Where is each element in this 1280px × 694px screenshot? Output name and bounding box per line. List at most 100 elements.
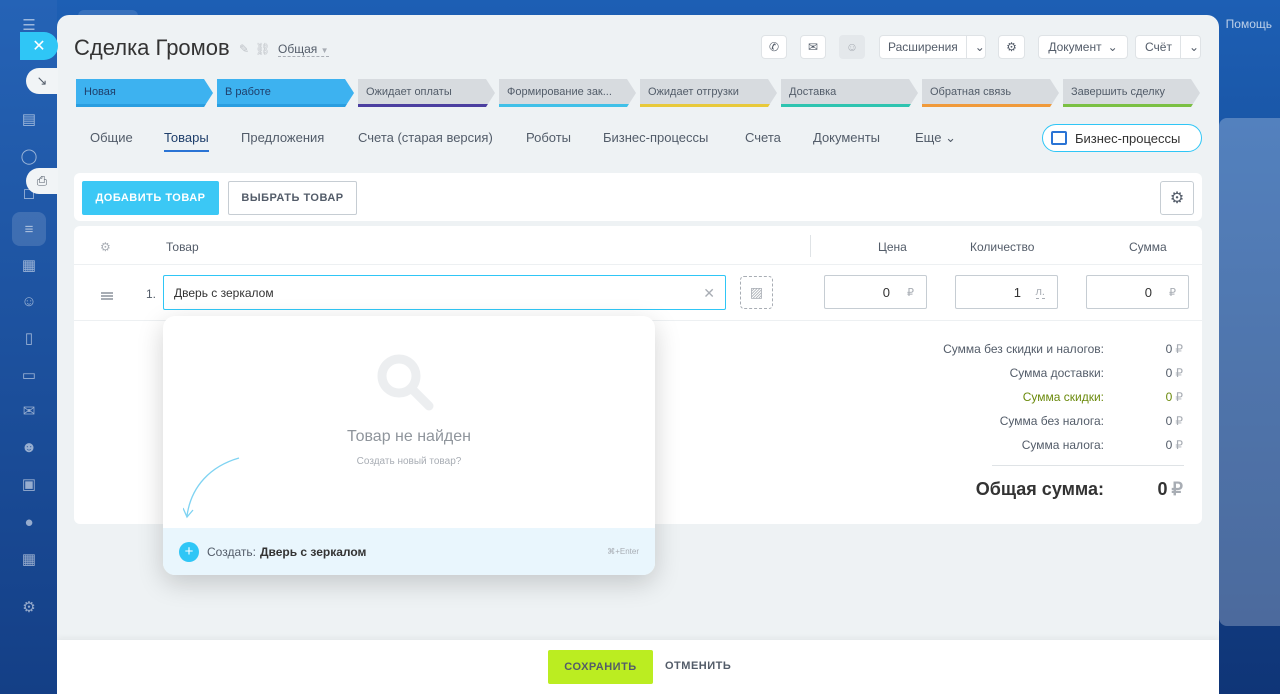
header-price: Цена	[878, 240, 907, 254]
mail-icon[interactable]: ✉	[18, 400, 40, 422]
tab-more[interactable]: Еще ⌄	[915, 130, 956, 146]
summary-label-tax: Сумма налога:	[1021, 438, 1104, 452]
stage-delivery[interactable]: Доставка	[781, 79, 918, 107]
column-settings-icon[interactable]: ⚙	[100, 240, 111, 254]
calendar-grid-icon[interactable]: ▦	[18, 254, 40, 276]
stage-feedback[interactable]: Обратная связь	[922, 79, 1059, 107]
invoice-button[interactable]: Счёт ⌄	[1135, 35, 1201, 59]
monitor-icon[interactable]: ▣	[18, 473, 40, 495]
tab-documents[interactable]: Документы	[813, 130, 880, 145]
crm-filter-icon[interactable]: ≡	[12, 212, 46, 246]
header-quantity: Количество	[970, 240, 1035, 254]
save-button[interactable]: СОХРАНИТЬ	[548, 650, 653, 684]
chat-button[interactable]: ☺	[839, 35, 865, 59]
tab-general[interactable]: Общие	[90, 130, 133, 145]
summary-value-without-tax: 0 ₽	[1165, 414, 1183, 428]
tasks-icon[interactable]: ▤	[18, 108, 40, 130]
email-button[interactable]: ✉	[800, 35, 826, 59]
summary-label-delivery: Сумма доставки:	[1009, 366, 1104, 380]
gear-icon: ⚙	[1169, 190, 1185, 207]
product-settings-button[interactable]: ⚙	[1160, 181, 1194, 215]
header-sum: Сумма	[1129, 240, 1167, 254]
tab-offers[interactable]: Предложения	[241, 130, 324, 145]
unit-select[interactable]: л.	[1035, 286, 1045, 299]
right-panel-edge	[1219, 118, 1280, 626]
edit-pencil-icon[interactable]: ✎	[239, 42, 255, 56]
deal-category-select[interactable]: Общая ▼	[278, 42, 329, 57]
document-icon[interactable]: ▯	[18, 327, 40, 349]
tab-invoices-old[interactable]: Счета (старая версия)	[358, 130, 493, 145]
add-product-button[interactable]: ДОБАВИТЬ ТОВАР	[82, 181, 219, 215]
document-button[interactable]: Документ ⌄	[1038, 35, 1128, 59]
summary-value-subtotal: 0 ₽	[1165, 342, 1183, 356]
stage-awaiting-shipment[interactable]: Ожидает отгрузки	[640, 79, 777, 107]
sum-currency: ₽	[1169, 287, 1176, 299]
product-image-placeholder[interactable]: ▨	[740, 276, 773, 309]
curved-arrow-icon	[183, 457, 240, 519]
summary-label-discount: Сумма скидки:	[1022, 390, 1104, 404]
select-product-button[interactable]: ВЫБРАТЬ ТОВАР	[228, 181, 357, 215]
chat-icon[interactable]: ◯	[18, 145, 40, 167]
summary-value-discount: 0 ₽	[1165, 390, 1183, 404]
cancel-button[interactable]: ОТМЕНИТЬ	[665, 660, 731, 672]
header-product: Товар	[166, 240, 199, 254]
quantity-input[interactable]: 1 л.	[955, 275, 1058, 309]
settings-button[interactable]: ⚙	[998, 35, 1025, 59]
product-toolbar: ДОБАВИТЬ ТОВАР ВЫБРАТЬ ТОВАР ⚙	[74, 173, 1202, 221]
print-icon: ⎙	[36, 173, 48, 188]
chevron-down-icon: ⌄	[1179, 36, 1207, 58]
gear-icon: ⚙	[1006, 40, 1017, 54]
drag-handle-icon[interactable]	[101, 292, 113, 300]
plus-icon: +	[179, 541, 199, 562]
mail-icon: ✉	[807, 40, 819, 54]
settings-icon[interactable]: ⚙	[18, 596, 40, 618]
chevron-down-icon: ⌄	[945, 130, 956, 145]
summary-value-tax: 0 ₽	[1165, 438, 1183, 452]
print-button[interactable]: ⎙	[26, 168, 58, 194]
robot-icon[interactable]: ☺	[18, 290, 40, 312]
summary-label-without-tax: Сумма без налога:	[999, 414, 1104, 428]
create-product-name: Дверь с зеркалом	[259, 544, 367, 559]
close-slider-button[interactable]: ✕	[20, 32, 58, 60]
arrow-down-right-icon: ↘	[36, 73, 48, 88]
deal-slider: Сделка Громов ✎⛓ Общая ▼ ✆ ✉ ☺ Расширени…	[57, 15, 1219, 694]
business-processes-button[interactable]: Бизнес-процессы	[1042, 124, 1202, 152]
sum-input[interactable]: 0 ₽	[1086, 275, 1189, 309]
collapse-slider-button[interactable]: ↘	[26, 68, 58, 94]
chevron-down-icon: ⌄	[965, 36, 993, 58]
card-icon[interactable]: ▭	[18, 364, 40, 386]
phone-icon: ✆	[768, 40, 780, 54]
create-product-option[interactable]: + Создать: Дверь с зеркалом ⌘+Enter	[163, 528, 655, 575]
summary-label-subtotal: Сумма без скидки и налогов:	[943, 342, 1104, 356]
extensions-button[interactable]: Расширения ⌄	[879, 35, 986, 59]
hub-icon[interactable]: ●	[18, 511, 40, 533]
header-divider	[74, 264, 1202, 265]
tab-business-processes[interactable]: Бизнес-процессы	[603, 130, 708, 145]
product-search-dropdown: Товар не найден Создать новый товар? + С…	[163, 316, 655, 575]
help-link[interactable]: Помощь	[1226, 17, 1272, 31]
total-divider	[992, 465, 1184, 466]
clear-icon[interactable]: ✕	[703, 285, 715, 302]
search-icon	[377, 354, 434, 411]
stage-in-progress[interactable]: В работе	[217, 79, 354, 107]
price-input[interactable]: 0 ₽	[824, 275, 927, 309]
contacts-icon[interactable]: ☻	[18, 436, 40, 458]
chat-bubble-icon: ☺	[845, 40, 859, 54]
shortcut-hint: ⌘+Enter	[607, 547, 639, 556]
stage-awaiting-payment[interactable]: Ожидает оплаты	[358, 79, 495, 107]
schedule-icon[interactable]: ▦	[18, 548, 40, 570]
close-icon: ✕	[32, 38, 46, 55]
tab-invoices[interactable]: Счета	[745, 130, 781, 145]
tab-robots[interactable]: Роботы	[526, 130, 571, 145]
call-button[interactable]: ✆	[761, 35, 787, 59]
tab-products[interactable]: Товары	[164, 130, 209, 152]
copy-link-icon[interactable]: ⛓	[255, 42, 276, 56]
left-menu: ☰ ▤ ◯ ◻ ≡ ▦ ☺ ▯ ▭ ✉ ☻ ▣ ● ▦ ⚙	[0, 0, 57, 694]
stage-finish-deal[interactable]: Завершить сделку	[1063, 79, 1200, 107]
stage-order-forming[interactable]: Формирование зак...	[499, 79, 636, 107]
product-name-input[interactable]: Дверь с зеркалом ✕	[163, 275, 726, 310]
total-value: 0 ₽	[1157, 479, 1183, 499]
not-found-title: Товар не найден	[347, 428, 471, 445]
page-title: Сделка Громов	[74, 35, 230, 60]
stage-new[interactable]: Новая	[76, 79, 213, 107]
